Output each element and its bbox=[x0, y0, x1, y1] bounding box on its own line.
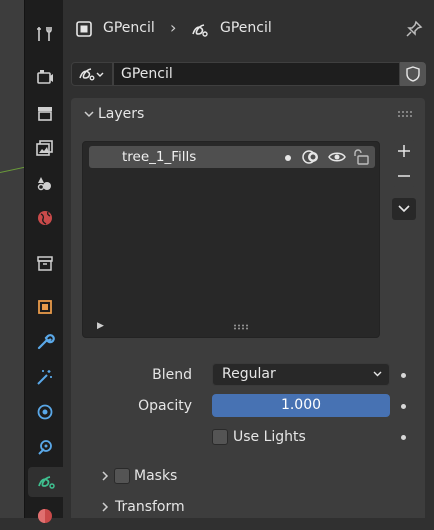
breadcrumb: GPencil › GPencil bbox=[63, 0, 434, 58]
layers-panel-header[interactable]: Layers bbox=[71, 98, 425, 132]
tab-output[interactable] bbox=[28, 98, 61, 128]
tab-gpencil-data[interactable] bbox=[28, 467, 64, 497]
physics-icon bbox=[37, 404, 52, 420]
tab-scene[interactable] bbox=[28, 168, 61, 198]
chevron-down-icon bbox=[398, 205, 410, 213]
view-layer-icon bbox=[35, 140, 53, 156]
layers-list[interactable]: tree_1_Fills ▶ bbox=[82, 141, 380, 338]
remove-layer-button[interactable] bbox=[392, 165, 416, 187]
datablock-selector: GPencil bbox=[71, 62, 426, 86]
object-icon bbox=[37, 300, 52, 314]
tab-collection[interactable] bbox=[28, 248, 61, 278]
blend-keyframe-dot-icon[interactable] bbox=[401, 373, 406, 378]
collection-icon bbox=[36, 256, 53, 271]
minus-icon bbox=[398, 175, 410, 177]
use-lights-label: Use Lights bbox=[233, 429, 306, 445]
tab-shader-fx[interactable] bbox=[28, 362, 61, 392]
tab-world[interactable] bbox=[28, 203, 61, 233]
gpencil-data-icon bbox=[38, 476, 55, 489]
world-icon bbox=[37, 211, 52, 225]
eye-icon[interactable] bbox=[328, 149, 346, 165]
blend-label: Blend bbox=[152, 367, 192, 383]
chevron-down-icon bbox=[373, 371, 382, 377]
material-icon bbox=[37, 509, 52, 523]
gpencil-data-icon bbox=[192, 24, 208, 37]
add-layer-button[interactable] bbox=[392, 140, 416, 162]
breadcrumb-object: GPencil bbox=[103, 20, 155, 36]
opacity-slider[interactable]: 1.000 bbox=[212, 394, 390, 417]
shader-fx-icon bbox=[36, 370, 52, 385]
chevron-right-icon[interactable] bbox=[101, 471, 109, 481]
tab-physics[interactable] bbox=[28, 397, 61, 427]
layer-row[interactable]: tree_1_Fills bbox=[89, 146, 375, 168]
layers-panel-title: Layers bbox=[98, 106, 145, 122]
output-icon bbox=[37, 107, 52, 121]
datablock-browse-button[interactable] bbox=[71, 62, 113, 86]
opacity-keyframe-dot-icon[interactable] bbox=[401, 404, 406, 409]
use-lights-keyframe-dot-icon[interactable] bbox=[401, 435, 406, 440]
gpencil-data-icon bbox=[79, 68, 104, 81]
tab-material[interactable] bbox=[28, 500, 61, 530]
breadcrumb-separator: › bbox=[170, 18, 177, 37]
plus-icon bbox=[398, 145, 410, 157]
tab-modifiers[interactable] bbox=[28, 327, 61, 357]
properties-editor: GPencil › GPencil GPencil Layers tree_1_… bbox=[63, 0, 434, 518]
3d-viewport-edge[interactable] bbox=[0, 0, 24, 518]
layers-panel: Layers tree_1_Fills ▶ Blend Regular Opac… bbox=[71, 98, 425, 518]
masks-subpanel-title[interactable]: Masks bbox=[134, 468, 177, 484]
tab-view-layer[interactable] bbox=[28, 133, 61, 163]
masks-checkbox[interactable] bbox=[114, 468, 130, 484]
blend-mode-value: Regular bbox=[222, 366, 276, 382]
chevron-right-icon[interactable] bbox=[101, 502, 109, 512]
list-filter-toggle-icon[interactable]: ▶ bbox=[97, 321, 104, 331]
opacity-label: Opacity bbox=[138, 398, 192, 414]
datablock-name-field[interactable]: GPencil bbox=[113, 62, 400, 86]
tab-render[interactable] bbox=[28, 62, 61, 92]
layer-specials-menu-button[interactable] bbox=[392, 198, 416, 220]
blend-mode-dropdown[interactable]: Regular bbox=[212, 363, 390, 386]
fake-user-button[interactable] bbox=[400, 62, 426, 86]
layer-name[interactable]: tree_1_Fills bbox=[122, 149, 196, 165]
object-square-icon bbox=[76, 21, 92, 37]
tab-object[interactable] bbox=[28, 292, 61, 322]
viewport-grid-line bbox=[0, 165, 24, 173]
transform-subpanel-title[interactable]: Transform bbox=[115, 499, 185, 515]
list-resize-grip-icon[interactable] bbox=[233, 324, 249, 330]
drag-handle-icon[interactable] bbox=[397, 110, 413, 118]
render-icon bbox=[36, 70, 53, 84]
use-lights-checkbox[interactable] bbox=[212, 429, 228, 445]
pin-icon[interactable] bbox=[404, 19, 424, 39]
breadcrumb-data: GPencil bbox=[220, 20, 272, 36]
tool-icon bbox=[36, 27, 52, 41]
chevron-down-icon bbox=[84, 111, 94, 118]
active-layer-dot-icon bbox=[285, 155, 291, 161]
tab-tool[interactable] bbox=[28, 19, 61, 49]
scene-icon bbox=[37, 177, 51, 191]
tab-constraints[interactable] bbox=[28, 432, 61, 462]
modifier-icon bbox=[37, 334, 55, 350]
unlock-icon[interactable] bbox=[353, 149, 371, 165]
mask-icon[interactable] bbox=[302, 149, 320, 165]
properties-tab-bar bbox=[24, 0, 64, 523]
constraint-icon bbox=[37, 440, 52, 455]
shield-icon bbox=[406, 66, 420, 82]
